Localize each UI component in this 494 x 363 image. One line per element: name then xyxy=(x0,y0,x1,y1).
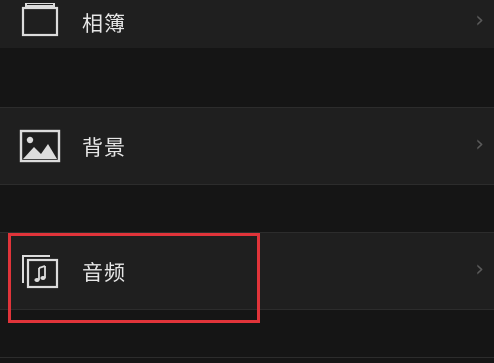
settings-row-background-label: 背景 xyxy=(82,136,126,160)
settings-row-album[interactable]: 相簿 › xyxy=(0,0,494,48)
settings-page: 相簿 › 背景 › 音频 › xyxy=(0,0,494,363)
section-gap xyxy=(0,185,494,233)
settings-row-album-label: 相簿 xyxy=(82,12,126,36)
music-note-stack-icon xyxy=(18,253,62,289)
chevron-right-icon: › xyxy=(475,132,484,157)
chevron-right-icon: › xyxy=(475,8,484,33)
section-gap xyxy=(0,310,494,363)
settings-row-audio[interactable]: 音频 › xyxy=(0,233,494,309)
settings-row-background[interactable]: 背景 › xyxy=(0,108,494,184)
section-gap xyxy=(0,48,494,108)
settings-row-audio-label: 音频 xyxy=(82,261,126,285)
chevron-right-icon: › xyxy=(475,257,484,282)
divider xyxy=(0,357,494,358)
image-landscape-icon xyxy=(18,128,62,164)
album-stack-icon xyxy=(18,2,62,38)
